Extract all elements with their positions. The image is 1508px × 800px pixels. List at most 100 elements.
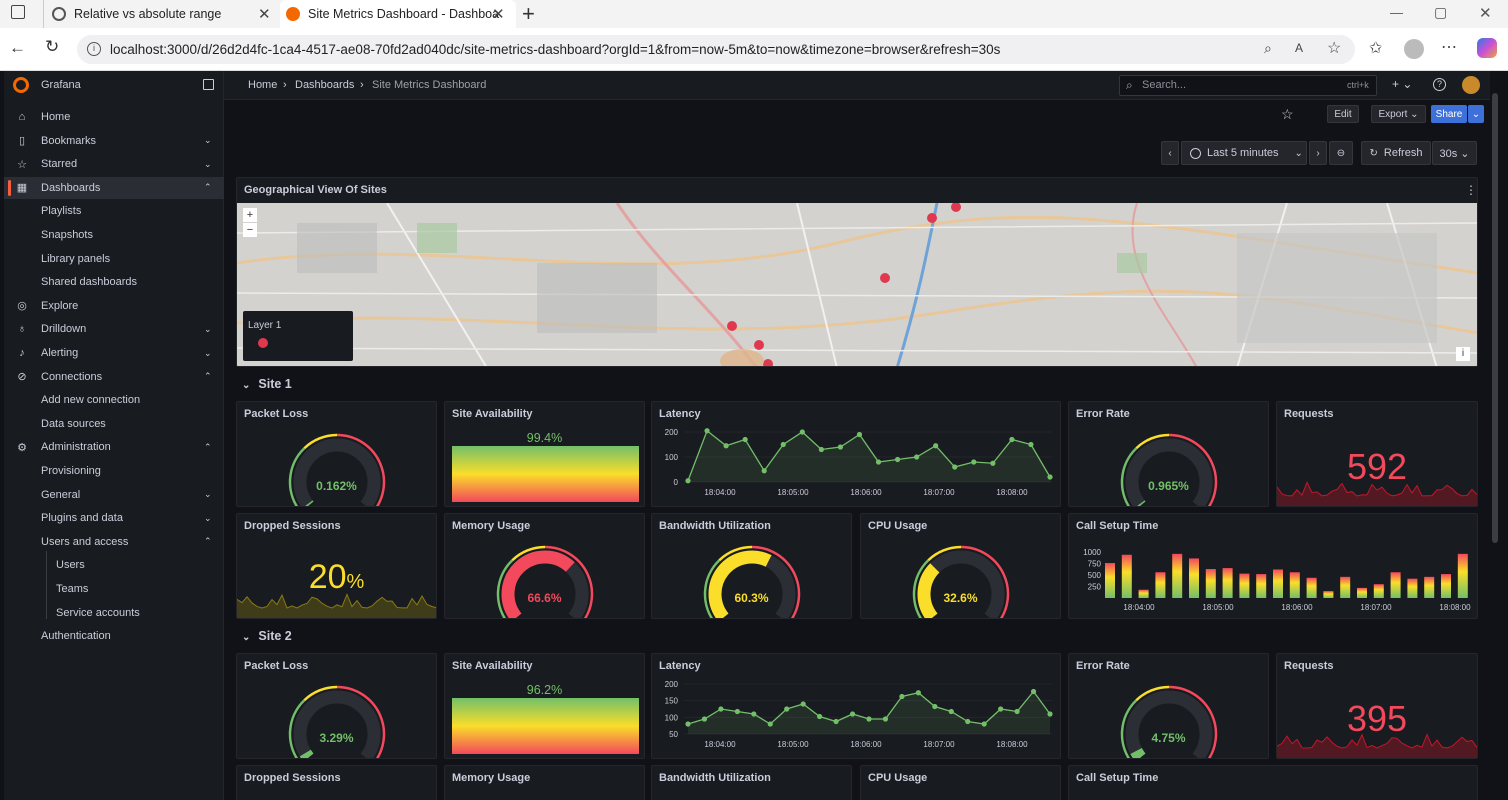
dock-menu-icon[interactable] [203, 79, 214, 90]
new-tab-button[interactable]: + [522, 1, 535, 27]
zoom-icon[interactable]: ⌕ [1264, 40, 1272, 57]
favorites-icon[interactable]: ✩ [1369, 38, 1382, 58]
sidebar-item-dashboards[interactable]: ▦ Dashboards ⌃ [4, 176, 224, 199]
sidebar-item-starred[interactable]: ☆ Starred ⌄ [4, 153, 224, 175]
dropped-unit: % [346, 571, 365, 593]
data-point [818, 446, 824, 453]
chevron-down-icon[interactable]: ⌄ [204, 489, 212, 500]
chevron-up-icon[interactable]: ⌃ [204, 182, 212, 193]
sidebar-item-library-panels[interactable]: Library panels [4, 248, 224, 270]
page-scrollbar[interactable] [1492, 93, 1498, 543]
sidebar-item-add-new-connection[interactable]: Add new connection [4, 389, 224, 411]
sidebar-item-data-sources[interactable]: Data sources [4, 413, 224, 435]
panel-title: Memory Usage [452, 520, 531, 532]
chevron-down-icon[interactable]: ⌄ [204, 135, 212, 146]
panel-menu-icon[interactable]: ⋮ [1465, 183, 1477, 197]
maximize-button[interactable]: ▢ [1434, 4, 1447, 21]
sidebar-item-administration[interactable]: ⚙ Administration ⌃ [4, 436, 224, 458]
panel-title: Requests [1284, 660, 1334, 672]
refresh-button[interactable]: ↻ Refresh [1361, 141, 1431, 165]
new-menu-button[interactable]: + ⌄ [1392, 77, 1412, 91]
map-canvas[interactable]: + − Layer 1 i [237, 203, 1477, 366]
sidebar-item-label: Provisioning [41, 465, 101, 477]
map-attribution-icon[interactable]: i [1456, 347, 1470, 361]
share-button[interactable]: Share [1431, 105, 1467, 123]
read-aloud-icon[interactable]: A [1295, 41, 1303, 55]
close-icon[interactable]: ✕ [258, 5, 271, 23]
minimize-button[interactable]: — [1390, 5, 1403, 20]
help-icon[interactable]: ? [1433, 78, 1446, 91]
bar [1407, 578, 1418, 598]
sidebar-item-users[interactable]: Users [4, 554, 224, 576]
browser-tab-relative-range[interactable]: Relative vs absolute range ✕ [43, 0, 279, 28]
sidebar-item-teams[interactable]: Teams [4, 578, 224, 600]
url-field[interactable]: i localhost:3000/d/26d2d4fc-1ca4-4517-ae… [77, 35, 1355, 64]
chevron-down-icon[interactable]: ⌄ [204, 324, 212, 335]
sidebar: Grafana ⌂ Home ▯ Bookmarks ⌄ ☆ Starred ⌄ ▦ Dashbo… [4, 71, 224, 800]
search-input[interactable]: ⌕ Search... ctrl+k [1119, 75, 1377, 96]
x-tick-label: 18:06:00 [1281, 603, 1313, 612]
share-dropdown-button[interactable]: ⌄ [1468, 105, 1484, 123]
more-menu-icon[interactable]: ⋯ [1441, 37, 1457, 57]
zoom-out-time-button[interactable]: ⊖ [1329, 141, 1353, 165]
sidebar-item-users-and-access[interactable]: Users and access ⌃ [4, 531, 224, 553]
users-tree-line [46, 551, 47, 619]
time-forward-button[interactable]: › [1309, 141, 1327, 165]
breadcrumb-home[interactable]: Home [248, 79, 277, 91]
sidebar-item-provisioning[interactable]: Provisioning [4, 460, 224, 482]
edit-button[interactable]: Edit [1327, 105, 1359, 123]
gauge-fill [305, 500, 314, 506]
back-arrow-icon[interactable]: ← [9, 38, 26, 58]
gauge-track [917, 550, 1005, 618]
sidebar-item-general[interactable]: General ⌄ [4, 484, 224, 506]
chevron-up-icon[interactable]: ⌃ [204, 371, 212, 382]
sidebar-item-connections[interactable]: ⊘ Connections ⌃ [4, 366, 224, 388]
gauge-chart [703, 545, 801, 618]
export-button[interactable]: Export ⌄ [1371, 105, 1426, 123]
breadcrumb-dashboards[interactable]: Dashboards [295, 79, 354, 91]
sidebar-item-drilldown[interactable]: ♁ Drilldown ⌄ [4, 318, 224, 340]
drilldown-icon: ♁ [17, 323, 27, 336]
chevron-down-icon[interactable]: ⌄ [204, 159, 212, 170]
star-dashboard-icon[interactable]: ☆ [1281, 106, 1294, 123]
x-tick-label: 18:08:00 [996, 740, 1028, 749]
map-legend: Layer 1 [243, 311, 353, 361]
panel-call-setup: Call Setup Time 1000 750 500 250 18:04:00 18:0… [1068, 513, 1478, 619]
refresh-interval-picker[interactable]: 30s ⌄ [1432, 141, 1477, 165]
sidebar-item-plugins-and-data[interactable]: Plugins and data ⌄ [4, 507, 224, 529]
time-back-button[interactable]: ‹ [1161, 141, 1179, 165]
sidebar-item-authentication[interactable]: Authentication [4, 625, 224, 647]
sidebar-item-snapshots[interactable]: Snapshots [4, 224, 224, 246]
favorite-star-icon[interactable]: ☆ [1327, 38, 1341, 58]
panel-error-rate: Error Rate 0.965% [1068, 401, 1269, 507]
user-avatar[interactable] [1462, 76, 1480, 94]
section-header-site-1[interactable]: ⌄ Site 1 [242, 377, 292, 391]
copilot-icon[interactable] [1477, 38, 1497, 58]
section-header-site-2[interactable]: ⌄ Site 2 [242, 629, 292, 643]
close-window-button[interactable]: ✕ [1479, 4, 1492, 22]
sidebar-item-label: Snapshots [41, 229, 93, 241]
zoom-in-button[interactable]: + [243, 208, 257, 222]
sidebar-item-shared-dashboards[interactable]: Shared dashboards [4, 271, 224, 293]
zoom-out-button[interactable]: − [243, 223, 257, 237]
sidebar-item-alerting[interactable]: ♪ Alerting ⌄ [4, 342, 224, 364]
sidebar-item-explore[interactable]: ◎ Explore [4, 295, 224, 317]
site-info-icon[interactable]: i [87, 42, 101, 56]
chevron-down-icon[interactable]: ⌄ [204, 348, 212, 359]
chevron-up-icon[interactable]: ⌃ [204, 442, 212, 453]
sidebar-item-label: Service accounts [56, 606, 140, 619]
chevron-up-icon[interactable]: ⌃ [204, 536, 212, 547]
chevron-down-icon[interactable]: ⌄ [204, 513, 212, 524]
profile-avatar[interactable] [1404, 39, 1424, 59]
sidebar-item-bookmarks[interactable]: ▯ Bookmarks ⌄ [4, 130, 224, 152]
sidebar-item-service-accounts[interactable]: Service accounts [4, 602, 224, 624]
panel-error-rate: Error Rate 4.75% [1068, 653, 1269, 759]
gauge-chart [288, 433, 386, 506]
reload-icon[interactable]: ↻ [45, 37, 59, 57]
tab-actions-icon[interactable] [11, 5, 25, 19]
close-icon[interactable]: ✕ [492, 5, 505, 23]
sidebar-item-playlists[interactable]: Playlists [4, 200, 224, 222]
time-picker[interactable]: Last 5 minutes ⌄ [1181, 141, 1307, 165]
sidebar-item-home[interactable]: ⌂ Home [4, 106, 224, 128]
browser-tab-dashboard[interactable]: Site Metrics Dashboard - Dashboa ✕ [280, 0, 516, 28]
